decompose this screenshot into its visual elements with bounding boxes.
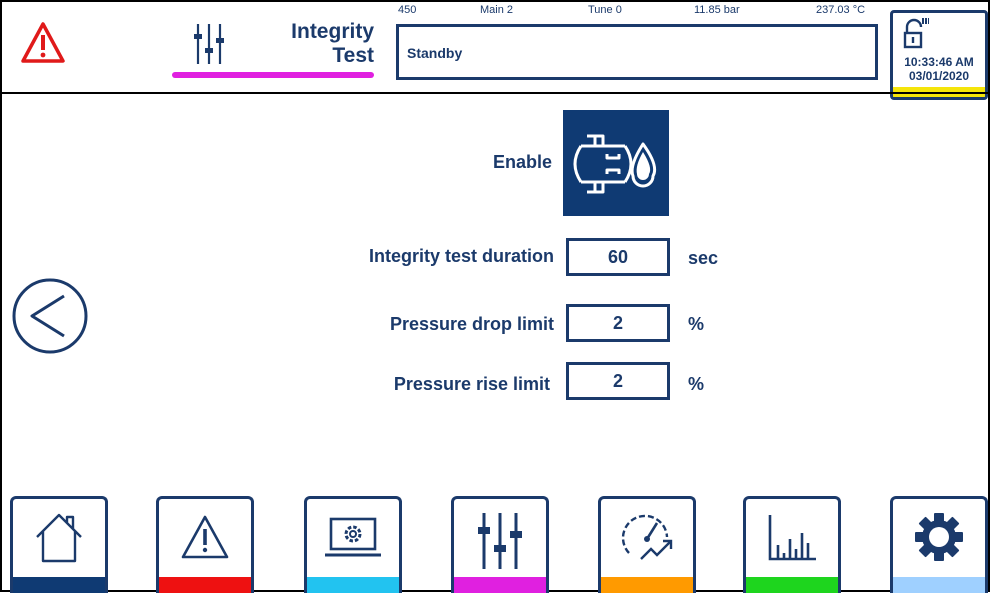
page-title-line2: Test [332, 44, 374, 67]
nav-settings-button[interactable] [890, 496, 988, 593]
status-field-2: Main 2 [480, 4, 514, 16]
nav-alarms-color-bar [159, 577, 251, 593]
pressure-rise-label: Pressure rise limit [393, 374, 550, 394]
nav-parameters-color-bar [454, 577, 546, 593]
duration-unit: sec [688, 248, 719, 268]
pressure-drop-label: Pressure drop limit [389, 314, 554, 334]
status-field-1: 450 [398, 4, 417, 16]
nav-home-button[interactable] [10, 496, 108, 593]
status-field-3: Tune 0 [588, 4, 622, 16]
pressure-drop-input[interactable]: 2 [566, 304, 670, 342]
status-message-box: Standby [396, 24, 878, 80]
nav-system-color-bar [307, 577, 399, 593]
page-title-line1: Integrity [291, 20, 374, 43]
monitor-settings-icon [321, 509, 385, 565]
status-field-4: 11.85 bar [694, 4, 740, 16]
chevron-left-icon [12, 278, 88, 354]
back-button[interactable] [12, 276, 92, 356]
nav-settings-color-bar [893, 577, 985, 593]
gear-icon [911, 509, 967, 565]
nav-trends-color-bar [746, 577, 838, 593]
pressure-rise-unit: % [688, 374, 705, 394]
sliders-icon [192, 22, 226, 66]
page-title: Integrity Test [232, 20, 374, 68]
home-icon [31, 509, 87, 565]
nav-trends-button[interactable] [743, 496, 841, 593]
nav-performance-color-bar [601, 577, 693, 593]
gauge-trend-icon [617, 509, 677, 565]
sliders-icon [472, 509, 528, 573]
title-underline [172, 72, 374, 78]
status-message: Standby [407, 45, 463, 61]
nav-system-button[interactable] [304, 496, 402, 593]
clock-date: 03/01/2020 [908, 69, 970, 83]
duration-label: Integrity test duration [368, 246, 554, 266]
enable-label: Enable [492, 152, 552, 172]
pressure-drop-unit: % [688, 314, 705, 334]
bar-chart-icon [764, 509, 820, 565]
pressure-rise-input[interactable]: 2 [566, 362, 670, 400]
nav-alarms-button[interactable] [156, 496, 254, 593]
clock-panel[interactable]: 10:33:46 AM 03/01/2020 [890, 10, 988, 100]
alarm-icon [177, 509, 233, 565]
status-bar: 450 Main 2 Tune 0 11.85 bar 237.03 °C St… [396, 4, 878, 80]
warning-icon[interactable] [20, 20, 66, 66]
nav-performance-button[interactable] [598, 496, 696, 593]
nav-parameters-button[interactable] [451, 496, 549, 593]
header-divider [2, 92, 988, 94]
status-field-5: 237.03 °C [816, 4, 866, 16]
heat-exchanger-drop-icon [573, 134, 657, 194]
clock-time: 10:33:46 AM [904, 55, 974, 69]
hmi-screen: Integrity Test 450 Main 2 Tune 0 11.85 b… [0, 0, 990, 593]
nav-home-color-bar [13, 577, 105, 593]
lock-icon [903, 17, 929, 51]
enable-toggle-button[interactable] [563, 110, 669, 216]
duration-input[interactable]: 60 [566, 238, 670, 276]
